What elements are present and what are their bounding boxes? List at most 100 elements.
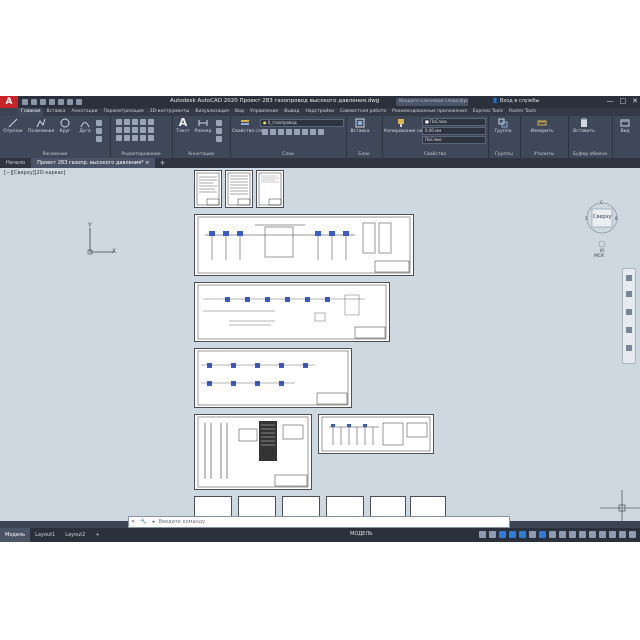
minimize-button[interactable]: — xyxy=(607,97,614,105)
workspace-icon[interactable] xyxy=(589,531,596,538)
save-icon[interactable] xyxy=(40,99,46,105)
line-tool[interactable]: Отрезок xyxy=(2,118,24,134)
customize-icon[interactable]: 🔧 xyxy=(139,519,149,525)
close-command-line-icon[interactable]: ✕ xyxy=(129,519,137,525)
application-menu-button[interactable]: A xyxy=(0,96,18,108)
viewcube-east[interactable]: В xyxy=(615,216,618,221)
tab-layout1[interactable]: Layout1 xyxy=(30,528,60,542)
start-tab[interactable]: Начало xyxy=(0,158,31,168)
leader-icon[interactable] xyxy=(216,120,222,126)
arc-tool[interactable]: Дуга xyxy=(76,118,94,134)
drawing-sheet-nodes[interactable] xyxy=(194,282,390,342)
tab-addins[interactable]: Надстройки xyxy=(302,108,337,116)
explode-icon[interactable] xyxy=(148,119,154,125)
offset-icon[interactable] xyxy=(140,127,146,133)
selection-cycling-icon[interactable] xyxy=(559,531,566,538)
layer-freeze-icon[interactable] xyxy=(278,129,284,135)
drawing-sheet-sections[interactable] xyxy=(194,414,312,490)
drawing-canvas[interactable]: [−][Сверху][2D-каркас] Y X Сверху С Ю З … xyxy=(0,168,640,521)
polar-icon[interactable] xyxy=(509,531,516,538)
fillet-icon[interactable] xyxy=(132,127,138,133)
chamfer-icon[interactable] xyxy=(132,135,138,141)
drawing-sheet-contents[interactable] xyxy=(225,170,253,208)
wcs-menu[interactable]: МСК xyxy=(594,254,604,259)
polyline-tool[interactable]: Полилиния xyxy=(28,118,54,134)
tab-express-tools[interactable]: Express Tools xyxy=(470,108,506,116)
view-tool[interactable]: Вид xyxy=(614,118,636,134)
hardware-acceleration-icon[interactable] xyxy=(609,531,616,538)
dimension-tool[interactable]: Размер xyxy=(192,118,214,134)
viewport-controls[interactable]: [−][Сверху][2D-каркас] xyxy=(4,170,65,176)
tab-insert[interactable]: Вставка xyxy=(43,108,68,116)
clean-screen-icon[interactable] xyxy=(619,531,626,538)
maximize-button[interactable]: □ xyxy=(620,97,627,105)
viewcube[interactable] xyxy=(584,200,620,252)
snap-icon[interactable] xyxy=(489,531,496,538)
paste-tool[interactable]: Вставить xyxy=(570,118,598,134)
drawing-sheet-details[interactable] xyxy=(194,348,352,408)
ortho-icon[interactable] xyxy=(499,531,506,538)
layer-walk-icon[interactable] xyxy=(318,129,324,135)
command-line[interactable]: ✕ 🔧 ▸ Введите команду xyxy=(128,516,510,528)
drawing-sheet-notes[interactable] xyxy=(256,170,284,208)
tab-model[interactable]: Модель xyxy=(0,528,31,542)
tab-annotate[interactable]: Аннотации xyxy=(69,108,101,116)
scale-icon[interactable] xyxy=(124,135,130,141)
save-as-icon[interactable] xyxy=(49,99,55,105)
viewcube-south[interactable]: Ю xyxy=(600,248,604,253)
copy-icon[interactable] xyxy=(116,127,122,133)
annotation-visibility-icon[interactable] xyxy=(569,531,576,538)
viewcube-face-top[interactable]: Сверху xyxy=(593,214,612,220)
tab-3d-tools[interactable]: 3D-инструменты xyxy=(147,108,193,116)
drawing-sheet-title[interactable] xyxy=(194,170,222,208)
signin-button[interactable]: 👤 Вход в службы xyxy=(492,98,539,104)
tab-view[interactable]: Вид xyxy=(232,108,247,116)
layer-dropdown[interactable]: ● 0_газопровод xyxy=(260,119,344,127)
open-file-icon[interactable] xyxy=(31,99,37,105)
ellipse-icon[interactable] xyxy=(96,136,102,142)
stretch-icon[interactable] xyxy=(116,135,122,141)
extend-icon[interactable] xyxy=(140,135,146,141)
circle-tool[interactable]: Круг xyxy=(56,118,74,134)
tab-output[interactable]: Вывод xyxy=(281,108,302,116)
hatch-icon[interactable] xyxy=(96,128,102,134)
layer-isolate-icon[interactable] xyxy=(270,129,276,135)
viewcube-north[interactable]: С xyxy=(600,200,603,205)
layer-lock-icon[interactable] xyxy=(286,129,292,135)
layer-properties-tool[interactable]: Свойства слоя xyxy=(232,118,266,134)
tab-home[interactable]: Главная xyxy=(18,108,44,116)
tab-layout2[interactable]: Layout2 xyxy=(60,528,90,542)
tab-collaborate[interactable]: Совместная работа xyxy=(337,108,389,116)
tab-visualize[interactable]: Визуализация xyxy=(192,108,231,116)
command-input[interactable]: Введите команду xyxy=(159,519,205,525)
lineweight-icon[interactable] xyxy=(539,531,546,538)
measure-tool[interactable]: Измерить xyxy=(526,118,558,134)
otrack-icon[interactable] xyxy=(529,531,536,538)
table-icon[interactable] xyxy=(216,128,222,134)
lineweight-dropdown[interactable]: 0.00 мм xyxy=(422,127,486,135)
osnap-icon[interactable] xyxy=(519,531,526,538)
undo-icon[interactable] xyxy=(67,99,73,105)
viewcube-west[interactable]: З xyxy=(585,216,588,221)
isolate-objects-icon[interactable] xyxy=(599,531,606,538)
rectangle-icon[interactable] xyxy=(96,120,102,126)
drawing-sheet-profile[interactable] xyxy=(318,414,434,454)
insert-block-tool[interactable]: Вставка xyxy=(348,118,372,134)
layer-match-icon[interactable] xyxy=(294,129,300,135)
text-tool[interactable]: A Текст xyxy=(174,117,192,135)
grid-icon[interactable] xyxy=(479,531,486,538)
annotation-scale-icon[interactable] xyxy=(579,531,586,538)
redo-icon[interactable] xyxy=(76,99,82,105)
layer-previous-icon[interactable] xyxy=(302,129,308,135)
tab-parametric[interactable]: Параметризация xyxy=(101,108,147,116)
move-icon[interactable] xyxy=(116,119,122,125)
group-tool[interactable]: Группа xyxy=(491,118,515,134)
annotation-list-icon[interactable] xyxy=(216,136,222,142)
drawing-sheet-scheme[interactable] xyxy=(194,214,414,276)
color-dropdown[interactable]: ■ ПоСлою xyxy=(422,118,486,126)
rotate-icon[interactable] xyxy=(124,119,130,125)
join-icon[interactable] xyxy=(148,135,154,141)
status-menu-icon[interactable] xyxy=(629,531,636,538)
mirror-icon[interactable] xyxy=(124,127,130,133)
new-file-icon[interactable] xyxy=(22,99,28,105)
